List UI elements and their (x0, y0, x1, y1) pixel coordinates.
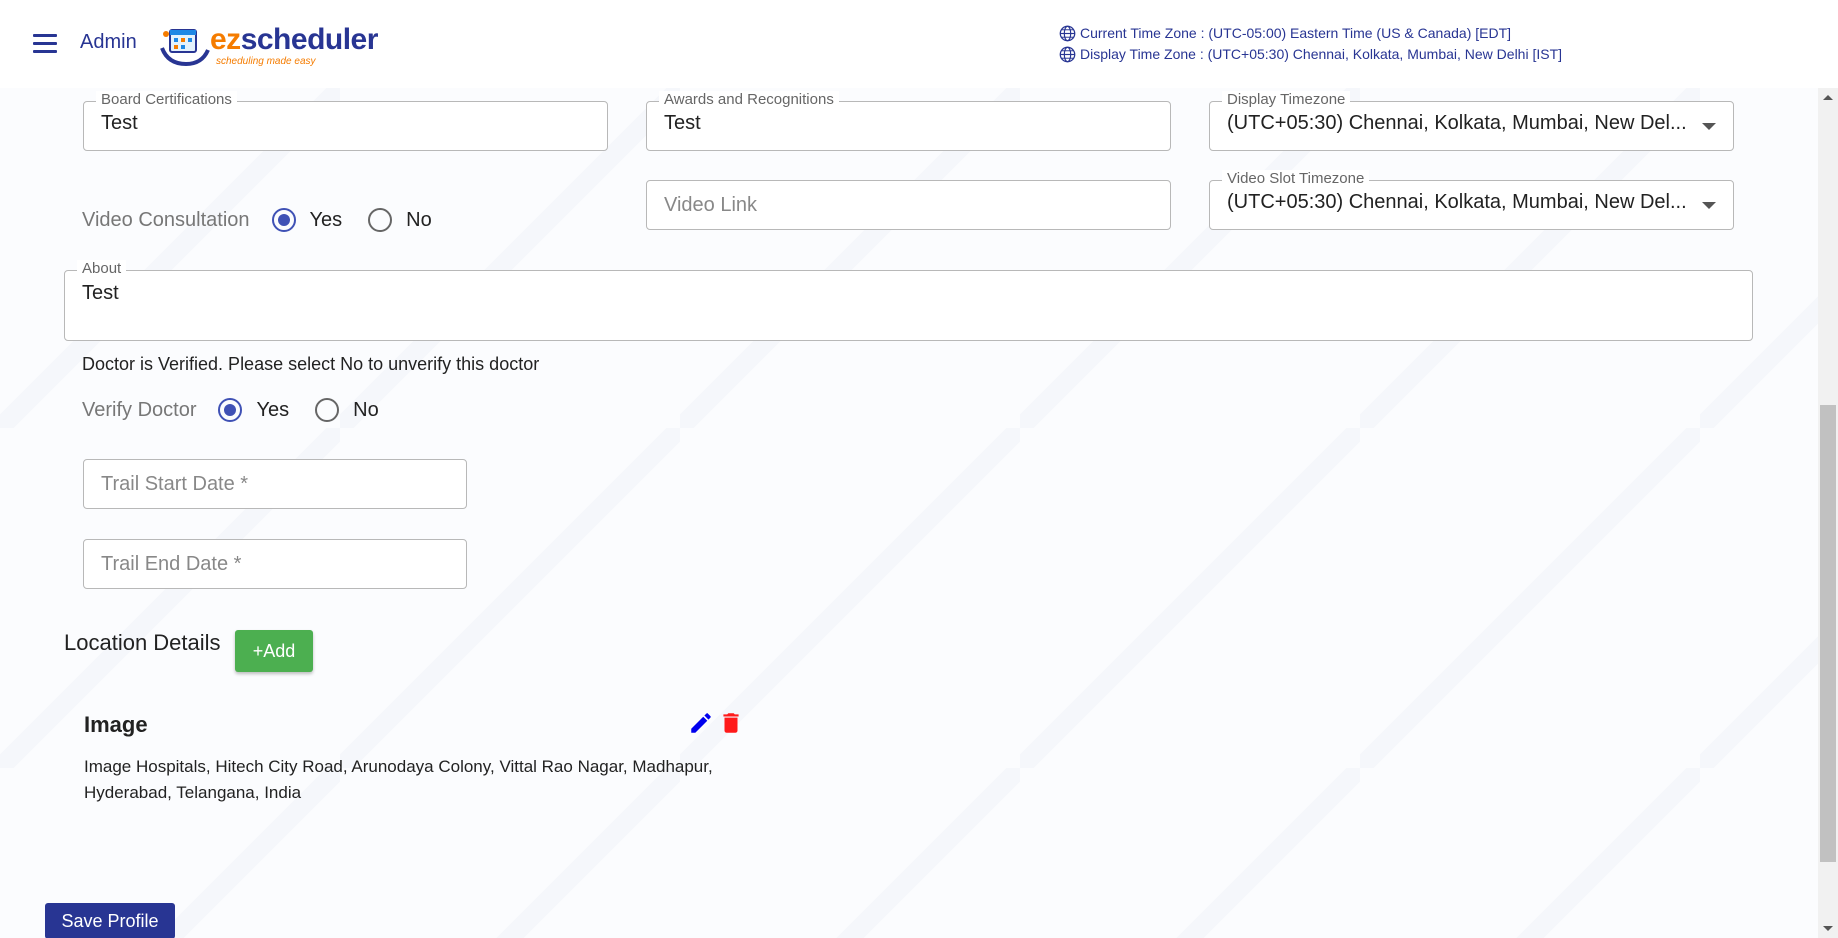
trail-end-date-input[interactable]: Trail End Date * (83, 539, 467, 589)
calendar-logo-icon (160, 29, 210, 67)
board-certifications-label: Board Certifications (96, 91, 237, 108)
video-consultation-yes-radio[interactable] (271, 208, 296, 232)
current-timezone-text: Current Time Zone : (UTC-05:00) Eastern … (1080, 25, 1512, 41)
board-certifications-field[interactable]: Board Certifications Test (83, 91, 608, 151)
video-slot-timezone-value: (UTC+05:30) Chennai, Kolkata, Mumbai, Ne… (1227, 191, 1687, 213)
video-consultation-no-label: No (406, 208, 432, 231)
video-consultation-yes-label: Yes (309, 208, 343, 231)
trail-start-date-input[interactable]: Trail Start Date * (83, 459, 467, 509)
dropdown-arrow-icon (1702, 202, 1716, 209)
video-consultation-no-radio[interactable] (368, 208, 393, 232)
logo-scheduler-text: scheduler (240, 23, 379, 56)
top-app-bar: Admin ezscheduler scheduling made easy C… (0, 0, 1838, 88)
scroll-up-arrow-icon[interactable] (1823, 95, 1833, 100)
hamburger-menu-icon[interactable] (33, 34, 57, 54)
about-value: Test (82, 282, 119, 304)
logo-ez-text: ez (210, 23, 241, 56)
awards-recognitions-label: Awards and Recognitions (659, 91, 839, 108)
verify-doctor-yes-radio[interactable] (218, 398, 243, 422)
timezone-info: Current Time Zone : (UTC-05:00) Eastern … (1059, 23, 1562, 65)
current-timezone-line: Current Time Zone : (UTC-05:00) Eastern … (1059, 23, 1562, 44)
video-link-input[interactable]: Video Link (646, 180, 1171, 230)
verify-doctor-no-label: No (353, 398, 379, 421)
about-label: About (77, 260, 127, 277)
verify-doctor-no-radio[interactable] (315, 398, 340, 422)
display-timezone-select[interactable]: Display Timezone (UTC+05:30) Chennai, Ko… (1209, 91, 1734, 151)
verify-doctor-radio-group: Verify Doctor Yes No (82, 398, 405, 422)
save-profile-button[interactable]: Save Profile (45, 903, 175, 938)
ezscheduler-logo[interactable]: ezscheduler scheduling made easy (158, 20, 378, 68)
display-timezone-value: (UTC+05:30) Chennai, Kolkata, Mumbai, Ne… (1227, 112, 1687, 134)
video-link-placeholder: Video Link (664, 194, 758, 216)
video-slot-timezone-select[interactable]: Video Slot Timezone (UTC+05:30) Chennai,… (1209, 170, 1734, 230)
trail-start-date-placeholder: Trail Start Date * (101, 473, 249, 495)
video-consultation-radio-group: Video Consultation Yes No (82, 208, 458, 232)
profile-form: Board Certifications Test Awards and Rec… (0, 88, 1818, 938)
logo-tagline: scheduling made easy (216, 56, 316, 67)
scroll-down-arrow-icon[interactable] (1823, 926, 1833, 931)
video-consultation-label: Video Consultation (82, 208, 250, 231)
trail-end-date-placeholder: Trail End Date * (101, 553, 242, 575)
display-timezone-line: Display Time Zone : (UTC+05:30) Chennai,… (1059, 44, 1562, 65)
verify-doctor-yes-label: Yes (256, 398, 290, 421)
verified-status-message: Doctor is Verified. Please select No to … (82, 354, 540, 374)
board-certifications-value: Test (101, 112, 138, 134)
video-slot-timezone-label: Video Slot Timezone (1222, 170, 1370, 187)
dropdown-arrow-icon (1702, 123, 1716, 130)
about-textarea[interactable]: About Test (64, 260, 1753, 341)
verify-doctor-label: Verify Doctor (82, 398, 197, 421)
scrollbar-thumb[interactable] (1820, 405, 1836, 862)
role-label: Admin (80, 31, 137, 53)
display-timezone-text: Display Time Zone : (UTC+05:30) Chennai,… (1080, 46, 1563, 62)
vertical-scrollbar[interactable] (1818, 88, 1838, 938)
awards-recognitions-value: Test (664, 112, 701, 134)
display-timezone-label: Display Timezone (1222, 91, 1351, 108)
globe-icon (1059, 25, 1076, 42)
globe-icon (1059, 46, 1076, 63)
awards-recognitions-field[interactable]: Awards and Recognitions Test (646, 91, 1171, 151)
